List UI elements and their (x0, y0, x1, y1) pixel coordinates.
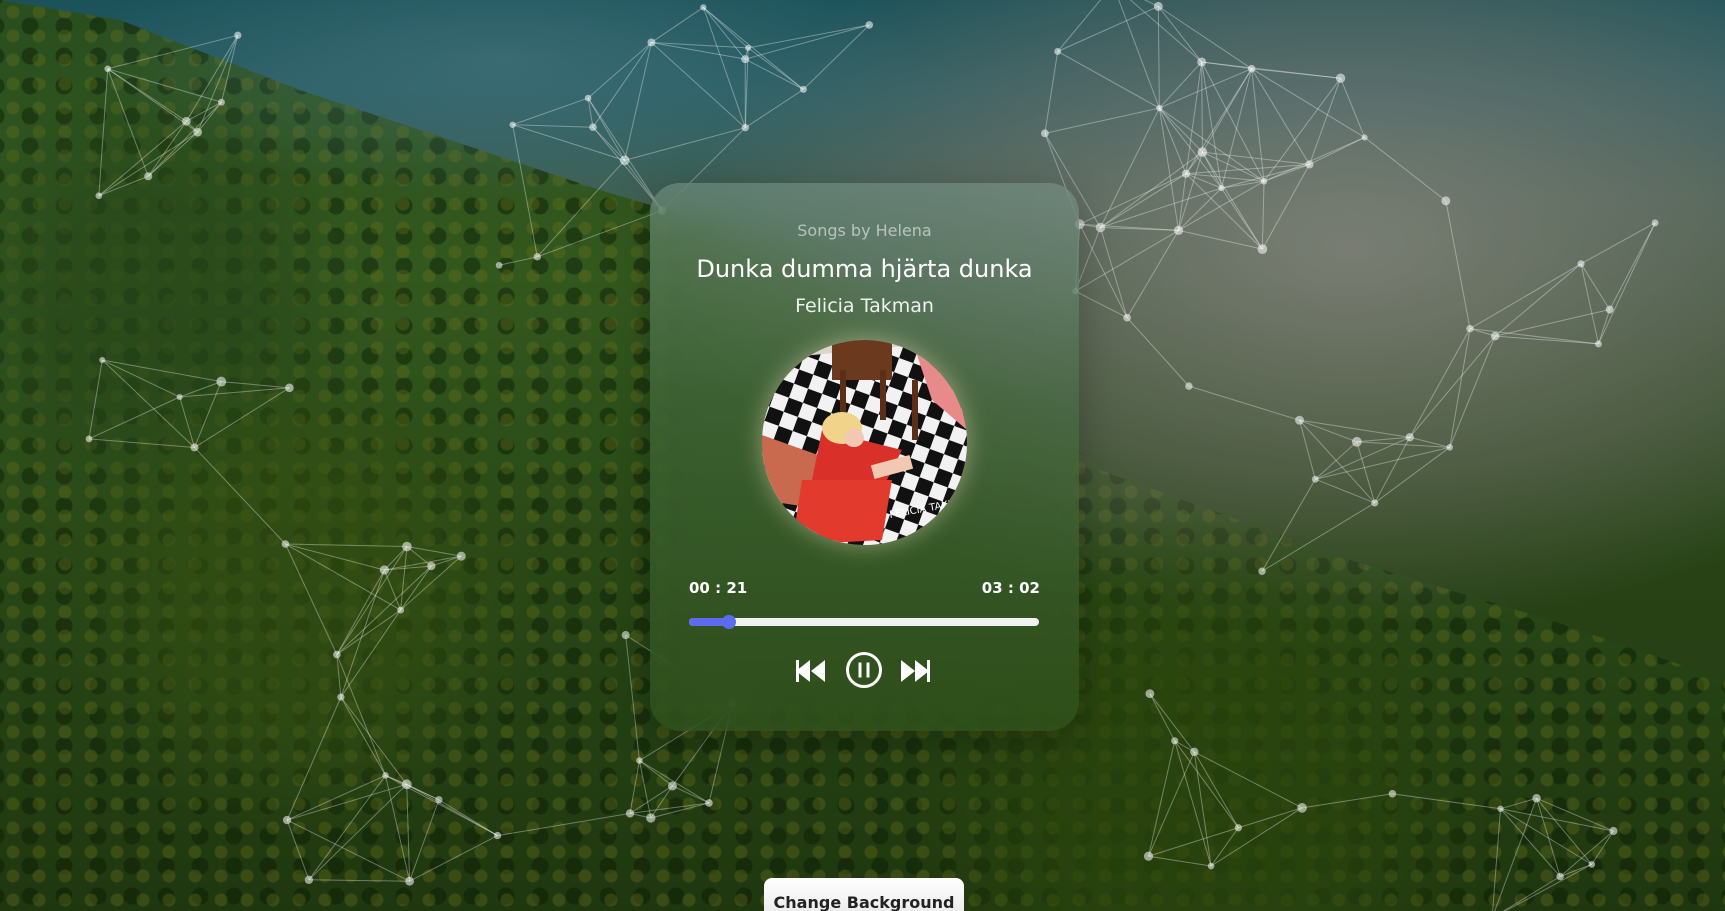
music-player-card: Songs by Helena Dunka dumma hjärta dunka… (650, 183, 1079, 731)
playback-controls (650, 651, 1079, 691)
artist-name: Felicia Takman (795, 295, 934, 317)
progress-bar[interactable] (689, 615, 1039, 629)
pause-button[interactable] (845, 651, 883, 693)
album-cover: FELICIA TAKMAN (762, 340, 967, 545)
playlist-subtitle: Songs by Helena (797, 221, 932, 240)
rewind-button[interactable] (796, 660, 826, 686)
total-time: 03 : 02 (981, 579, 1040, 597)
song-title: Dunka dumma hjärta dunka (696, 255, 1033, 283)
background-scene: Songs by Helena Dunka dumma hjärta dunka… (0, 0, 1725, 911)
progress-thumb[interactable] (722, 615, 737, 629)
rewind-icon (796, 660, 825, 682)
fast-forward-button[interactable] (900, 660, 930, 686)
pause-icon (846, 652, 882, 688)
fast-forward-icon (901, 660, 930, 682)
current-time: 00 : 21 (689, 579, 748, 597)
change-background-button[interactable]: Change Background (764, 878, 964, 911)
